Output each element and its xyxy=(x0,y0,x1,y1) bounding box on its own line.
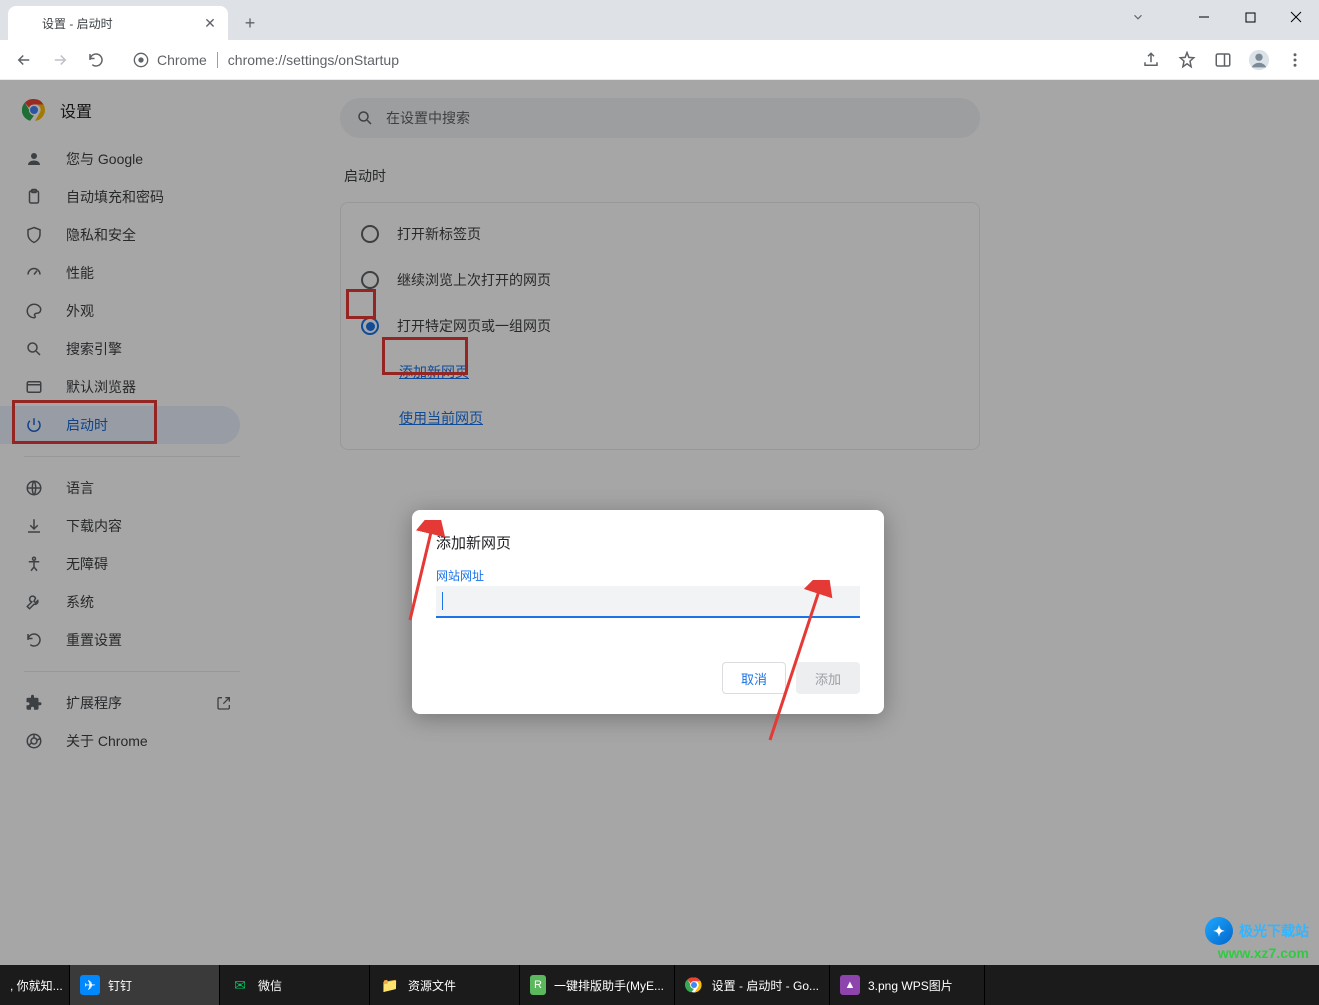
tab-title: 设置 - 启动时 xyxy=(42,15,202,32)
gear-icon xyxy=(18,15,34,31)
taskbar-label: 设置 - 启动时 - Go... xyxy=(712,977,819,994)
wechat-icon: ✉ xyxy=(230,975,250,995)
dingtalk-icon: ✈ xyxy=(80,975,100,995)
folder-icon: 📁 xyxy=(380,975,400,995)
chevron-down-icon[interactable] xyxy=(1115,0,1161,34)
tab-close-icon[interactable]: ✕ xyxy=(202,15,218,31)
add-page-dialog: 添加新网页 网站网址 取消 添加 xyxy=(412,510,884,714)
browser-tab[interactable]: 设置 - 启动时 ✕ xyxy=(8,6,228,40)
taskbar-item-truncated[interactable]: , 你就知... xyxy=(0,965,70,1005)
watermark-logo-icon: ✦ xyxy=(1205,917,1233,945)
taskbar-label: 资源文件 xyxy=(408,977,456,994)
taskbar-item-wechat[interactable]: ✉ 微信 xyxy=(220,965,370,1005)
taskbar-item-folder[interactable]: 📁 资源文件 xyxy=(370,965,520,1005)
address-bar[interactable]: Chrome chrome://settings/onStartup xyxy=(122,45,1125,75)
watermark-brand: 极光下载站 xyxy=(1239,921,1309,941)
dialog-title: 添加新网页 xyxy=(436,532,860,553)
url-field-label: 网站网址 xyxy=(436,567,860,584)
taskbar-label: 钉钉 xyxy=(108,977,132,994)
bookmark-icon[interactable] xyxy=(1171,44,1203,76)
profile-icon[interactable] xyxy=(1243,44,1275,76)
side-panel-icon[interactable] xyxy=(1207,44,1239,76)
taskbar-item-typeset[interactable]: R 一键排版助手(MyE... xyxy=(520,965,675,1005)
menu-icon[interactable] xyxy=(1279,44,1311,76)
window-controls xyxy=(1115,0,1319,34)
new-tab-button[interactable]: + xyxy=(236,9,264,37)
cancel-button[interactable]: 取消 xyxy=(722,662,786,694)
wps-image-icon: ▲ xyxy=(840,975,860,995)
add-button[interactable]: 添加 xyxy=(796,662,860,694)
chrome-label: Chrome xyxy=(157,52,218,68)
windows-taskbar: , 你就知... ✈ 钉钉 ✉ 微信 📁 资源文件 R 一键排版助手(MyE... 设置… xyxy=(0,965,1319,1005)
taskbar-label: , 你就知... xyxy=(10,977,63,994)
taskbar-label: 一键排版助手(MyE... xyxy=(554,977,664,994)
close-button[interactable] xyxy=(1273,0,1319,34)
taskbar-item-wps[interactable]: ▲ 3.png WPS图片 xyxy=(830,965,985,1005)
chrome-icon xyxy=(685,975,704,995)
chrome-page-icon xyxy=(133,52,149,68)
forward-button[interactable] xyxy=(44,44,76,76)
browser-toolbar: Chrome chrome://settings/onStartup xyxy=(0,40,1319,80)
watermark-url: www.xz7.com xyxy=(1205,945,1309,961)
maximize-button[interactable] xyxy=(1227,0,1273,34)
taskbar-label: 微信 xyxy=(258,977,282,994)
taskbar-item-chrome[interactable]: 设置 - 启动时 - Go... xyxy=(675,965,830,1005)
back-button[interactable] xyxy=(8,44,40,76)
watermark: ✦ 极光下载站 www.xz7.com xyxy=(1205,917,1309,961)
browser-titlebar: 设置 - 启动时 ✕ + xyxy=(0,0,1319,40)
app-icon: R xyxy=(530,975,546,995)
url-input[interactable] xyxy=(436,586,860,618)
taskbar-item-dingtalk[interactable]: ✈ 钉钉 xyxy=(70,965,220,1005)
reload-button[interactable] xyxy=(80,44,112,76)
taskbar-label: 3.png WPS图片 xyxy=(868,977,953,994)
share-icon[interactable] xyxy=(1135,44,1167,76)
minimize-button[interactable] xyxy=(1181,0,1227,34)
text-cursor xyxy=(442,592,443,610)
url-text: chrome://settings/onStartup xyxy=(228,52,399,68)
